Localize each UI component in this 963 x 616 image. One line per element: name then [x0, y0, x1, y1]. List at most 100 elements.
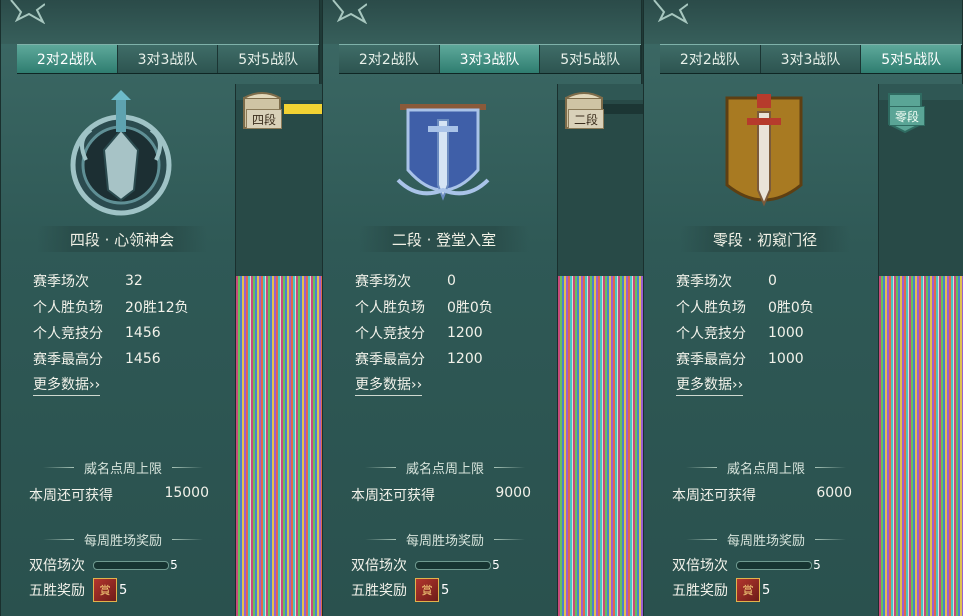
- top-decoration: [323, 0, 641, 44]
- rank-progress-marker: [598, 104, 644, 114]
- rank-title: 二段 · 登堂入室: [359, 226, 529, 252]
- stat-row: 赛季场次 32: [33, 268, 213, 294]
- stat-label: 赛季场次: [676, 274, 732, 290]
- tab-3v3[interactable]: 3对3战队: [439, 45, 541, 73]
- chest-rank-label: 二段: [568, 109, 604, 129]
- team-panel-2v2: 2对2战队 3对3战队 5对5战队 四段 · 心领神会 赛季场次 32 个人胜负场…: [0, 0, 322, 616]
- tab-3v3[interactable]: 3对3战队: [117, 45, 219, 73]
- stat-value: 1456: [125, 351, 161, 367]
- rank-emblem-icon: [725, 94, 803, 207]
- stat-row: 个人竞技分 1200: [355, 320, 535, 346]
- weekly-reward-title: 每周胜场奖励: [727, 534, 806, 549]
- weekly-cap-title: 威名点周上限: [727, 462, 806, 477]
- weekly-cap-title: 威名点周上限: [84, 462, 163, 477]
- stat-value: 1000: [768, 351, 804, 367]
- five-win-row: 五胜奖励 賞 5: [29, 578, 127, 602]
- stat-label: 个人竞技分: [355, 326, 425, 342]
- five-win-label: 五胜奖励: [672, 583, 728, 599]
- stat-label: 赛季场次: [33, 274, 89, 290]
- stats-list: 赛季场次 0 个人胜负场 0胜0负 个人竞技分 1000 赛季最高分 1000: [676, 268, 856, 372]
- stat-row: 赛季场次 0: [355, 268, 535, 294]
- stat-row: 个人竞技分 1456: [33, 320, 213, 346]
- reward-chest-icon[interactable]: 賞: [736, 578, 760, 602]
- weekly-remaining-row: 本周还可获得 9000: [351, 485, 531, 505]
- arena-team-screen: 2对2战队 3对3战队 5对5战队 四段 · 心领神会 赛季场次 32 个人胜负场…: [0, 0, 963, 616]
- stat-value: 20胜12负: [125, 300, 189, 316]
- tab-5v5[interactable]: 5对5战队: [218, 45, 320, 73]
- tab-3v3[interactable]: 3对3战队: [760, 45, 862, 73]
- weekly-remaining-label: 本周还可获得: [351, 488, 435, 504]
- reward-chest-icon[interactable]: 賞: [93, 578, 117, 602]
- weekly-reward-header: 每周胜场奖励: [33, 530, 213, 549]
- corner-ornament-icon: [10, 0, 45, 24]
- double-count-row: 双倍场次 5: [672, 555, 826, 575]
- stats-list: 赛季场次 32 个人胜负场 20胜12负 个人竞技分 1456 赛季最高分 1456: [33, 268, 213, 372]
- tab-2v2[interactable]: 2对2战队: [339, 45, 440, 73]
- stats-list: 赛季场次 0 个人胜负场 0胜0负 个人竞技分 1200 赛季最高分 1200: [355, 268, 535, 372]
- weekly-remaining-value: 15000: [164, 485, 209, 501]
- stat-label: 个人胜负场: [676, 300, 746, 316]
- stat-row: 个人胜负场 0胜0负: [676, 294, 856, 320]
- stat-value: 1000: [768, 325, 804, 341]
- weekly-cap-header: 威名点周上限: [33, 458, 213, 477]
- rank-title: 四段 · 心领神会: [37, 226, 207, 252]
- weekly-cap-header: 威名点周上限: [355, 458, 535, 477]
- more-data-link[interactable]: 更多数据››: [676, 374, 744, 396]
- double-label: 双倍场次: [672, 558, 728, 574]
- stat-row: 赛季最高分 1000: [676, 346, 856, 372]
- stat-label: 个人胜负场: [33, 300, 103, 316]
- stat-value: 1200: [447, 351, 483, 367]
- double-progress-bar: [736, 560, 812, 570]
- reward-chest-icon[interactable]: 賞: [415, 578, 439, 602]
- stat-label: 个人胜负场: [355, 300, 425, 316]
- rank-ladder: 四段: [235, 84, 322, 616]
- double-count-row: 双倍场次 5: [351, 555, 505, 575]
- stat-row: 赛季最高分 1456: [33, 346, 213, 372]
- stat-value: 0胜0负: [447, 300, 493, 316]
- weekly-remaining-row: 本周还可获得 15000: [29, 485, 209, 505]
- tab-5v5[interactable]: 5对5战队: [540, 45, 642, 73]
- corner-ornament-icon: [653, 0, 688, 24]
- stat-row: 个人胜负场 0胜0负: [355, 294, 535, 320]
- ladder-stripes: [236, 276, 322, 616]
- weekly-reward-header: 每周胜场奖励: [355, 530, 535, 549]
- stat-row: 个人竞技分 1000: [676, 320, 856, 346]
- stat-row: 个人胜负场 20胜12负: [33, 294, 213, 320]
- more-data-link[interactable]: 更多数据››: [355, 374, 423, 396]
- weekly-remaining-value: 6000: [816, 485, 852, 501]
- more-data-link[interactable]: 更多数据››: [33, 374, 101, 396]
- weekly-cap-title: 威名点周上限: [406, 462, 485, 477]
- double-label: 双倍场次: [29, 558, 85, 574]
- rank-emblem-icon: [396, 104, 490, 201]
- top-decoration: [644, 0, 962, 44]
- stat-value: 0胜0负: [768, 300, 814, 316]
- stat-row: 赛季场次 0: [676, 268, 856, 294]
- stat-value: 32: [125, 273, 143, 289]
- rank-title: 零段 · 初窥门径: [680, 226, 850, 252]
- team-panel-5v5: 2对2战队 3对3战队 5对5战队 零段 · 初窥门径 赛季场次 0 个人胜负场 0…: [643, 0, 963, 616]
- double-progress-bar: [415, 560, 491, 570]
- five-win-row: 五胜奖励 賞 5: [351, 578, 449, 602]
- chest-rank-label: 零段: [889, 106, 925, 126]
- rank-ladder: 零段: [878, 84, 963, 616]
- stat-label: 赛季最高分: [676, 352, 746, 368]
- tab-2v2[interactable]: 2对2战队: [660, 45, 761, 73]
- stat-value: 0: [447, 273, 456, 289]
- tab-2v2[interactable]: 2对2战队: [17, 45, 118, 73]
- weekly-remaining-row: 本周还可获得 6000: [672, 485, 852, 505]
- weekly-reward-title: 每周胜场奖励: [84, 534, 163, 549]
- corner-ornament-icon: [332, 0, 367, 24]
- weekly-remaining-value: 9000: [495, 485, 531, 501]
- weekly-reward-title: 每周胜场奖励: [406, 534, 485, 549]
- double-label: 双倍场次: [351, 558, 407, 574]
- weekly-cap-header: 威名点周上限: [676, 458, 856, 477]
- ladder-stripes: [558, 276, 644, 616]
- tab-5v5[interactable]: 5对5战队: [861, 45, 963, 73]
- stat-label: 赛季最高分: [33, 352, 103, 368]
- rank-emblem-icon: [70, 90, 172, 216]
- rank-ladder: 二段: [557, 84, 644, 616]
- reward-count: 5: [119, 582, 128, 598]
- stat-label: 赛季最高分: [355, 352, 425, 368]
- stat-row: 赛季最高分 1200: [355, 346, 535, 372]
- ladder-stripes: [879, 276, 963, 616]
